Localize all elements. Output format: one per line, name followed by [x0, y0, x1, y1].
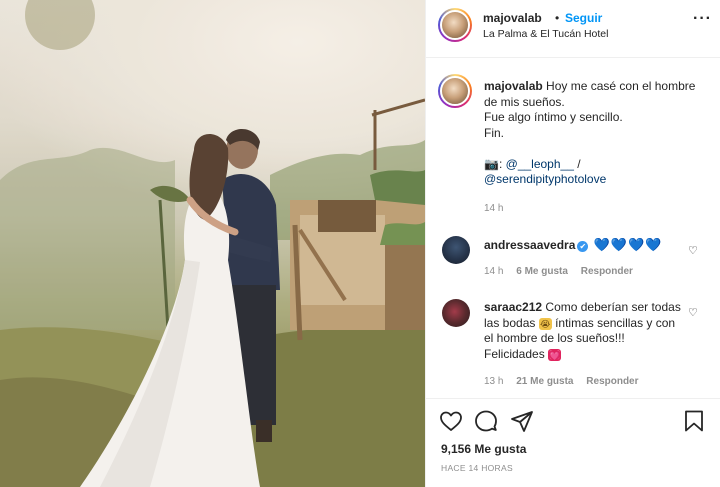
camera-icon: 📷: [484, 156, 499, 171]
location-link[interactable]: La Palma & El Tucán Hotel: [483, 28, 608, 40]
ellipsis-icon[interactable]: ···: [693, 10, 712, 28]
caption-avatar[interactable]: [438, 74, 472, 108]
caption-time: 14 h: [484, 203, 504, 214]
heart-outline-icon[interactable]: ♡: [688, 244, 698, 257]
author-avatar[interactable]: [438, 8, 472, 42]
comment-text: andressaavedra ✔ 💙💙💙💙: [484, 237, 684, 254]
reply-button[interactable]: Responder: [586, 376, 638, 387]
post-timestamp: HACE 14 HORAS: [441, 463, 513, 473]
comment-bubble-icon[interactable]: [474, 409, 498, 433]
mention-serendipity[interactable]: @serendipityphotolove: [484, 172, 606, 186]
comment-avatar[interactable]: [442, 236, 470, 264]
bookmark-icon[interactable]: [682, 409, 706, 433]
like-heart-icon[interactable]: [439, 409, 463, 433]
credit-slash: /: [577, 156, 581, 171]
comment-text: saraac212 Como deberían ser todas las bo…: [484, 300, 684, 362]
verified-badge-icon: ✔: [577, 241, 589, 252]
share-send-icon[interactable]: [510, 409, 534, 433]
crying-face-emoji: 😭: [538, 317, 552, 330]
caption-line3: Fin.: [484, 125, 505, 140]
caption-username[interactable]: majovalab: [484, 79, 543, 93]
post-sidebar: majovalab • Seguir La Palma & El Tucán H…: [425, 0, 720, 487]
separator-dot: •: [555, 11, 560, 25]
comment-username[interactable]: andressaavedra: [484, 238, 575, 252]
reply-button[interactable]: Responder: [581, 266, 633, 277]
heart-outline-icon[interactable]: ♡: [688, 306, 698, 319]
comment-likes[interactable]: 6 Me gusta: [516, 266, 568, 277]
comment-avatar[interactable]: [442, 299, 470, 327]
comment-likes[interactable]: 21 Me gusta: [516, 376, 573, 387]
credit-colon: :: [498, 156, 503, 171]
likes-count[interactable]: 9,156 Me gusta: [441, 442, 526, 456]
caption-line2: Fue algo íntimo y sencillo.: [484, 110, 623, 124]
comment-meta: 13 h 21 Me gusta Responder: [484, 376, 649, 387]
post-header: majovalab • Seguir La Palma & El Tucán H…: [426, 0, 720, 58]
instagram-post: majovalab • Seguir La Palma & El Tucán H…: [0, 0, 720, 487]
comment-meta: 14 h 6 Me gusta Responder: [484, 266, 643, 277]
author-username[interactable]: majovalab: [483, 11, 542, 25]
caption-text: majovalab Hoy me casé con el hombre de m…: [484, 79, 709, 188]
blue-hearts-emoji: 💙💙💙💙: [593, 237, 663, 252]
follow-button[interactable]: Seguir: [565, 11, 602, 25]
heart-emoji: 💓: [548, 348, 562, 361]
post-photo[interactable]: [0, 0, 425, 487]
mention-leoph[interactable]: @__leoph__: [506, 157, 574, 171]
comment-time: 13 h: [484, 376, 504, 387]
wedding-photo-illustration: [0, 0, 425, 487]
action-bar: 9,156 Me gusta HACE 14 HORAS: [426, 398, 720, 487]
comment-time: 14 h: [484, 266, 504, 277]
comment-username[interactable]: saraac212: [484, 300, 542, 314]
